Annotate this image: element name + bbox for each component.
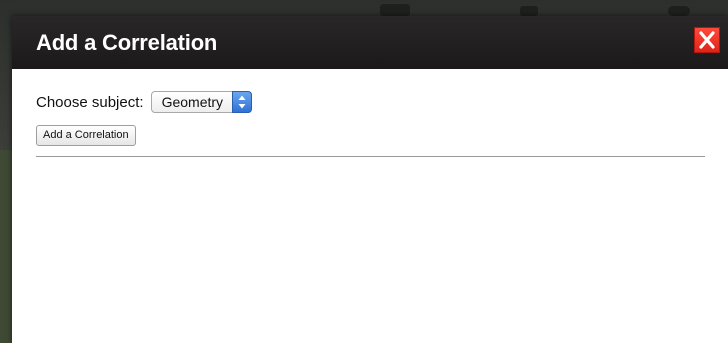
background-shape: [380, 4, 410, 16]
add-correlation-dialog: Add a Correlation Choose subject: Geomet…: [12, 16, 728, 343]
background-shape: [668, 6, 690, 16]
subject-label: Choose subject:: [36, 93, 144, 111]
subject-select-value: Geometry: [161, 94, 224, 110]
background-shape: [520, 6, 538, 16]
subject-row: Choose subject: Geometry: [36, 91, 253, 113]
background-strip: [0, 150, 12, 343]
divider: [36, 156, 705, 157]
dialog-title: Add a Correlation: [36, 30, 218, 55]
up-down-arrows-icon: [232, 91, 253, 113]
dialog-body: Choose subject: Geometry Add a Correlati…: [12, 69, 728, 343]
close-button[interactable]: [694, 27, 720, 53]
close-x-icon: [699, 31, 715, 49]
subject-select[interactable]: Geometry: [150, 91, 253, 113]
dialog-header: Add a Correlation: [12, 16, 728, 69]
screen: Add a Correlation Choose subject: Geomet…: [0, 0, 728, 343]
add-correlation-button[interactable]: Add a Correlation: [36, 125, 136, 146]
